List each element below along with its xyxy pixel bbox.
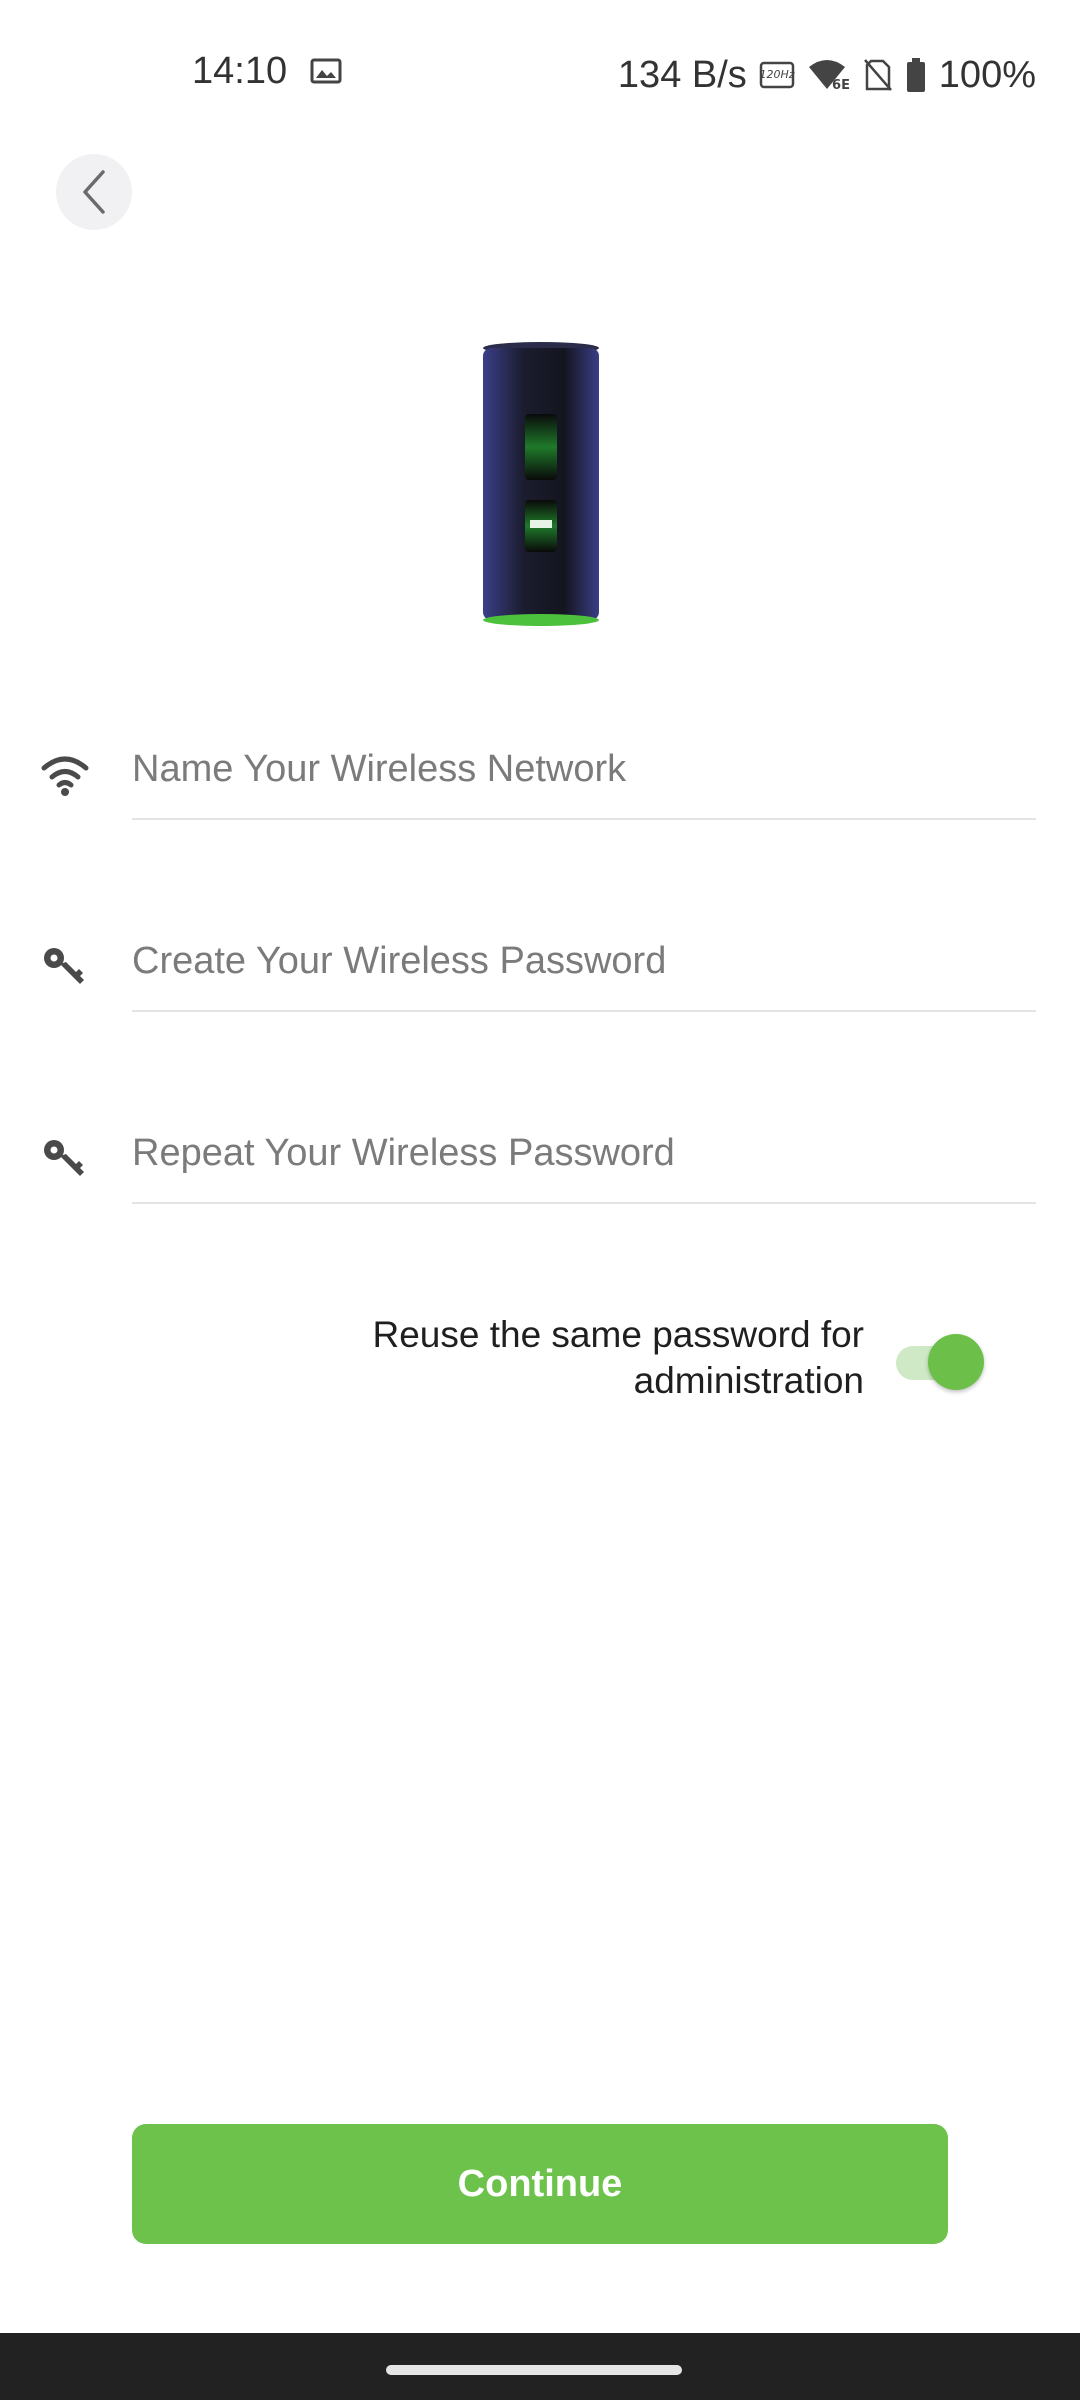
status-right-group: 134 B/s 120Hz 6E 100% — [618, 50, 1036, 100]
back-button[interactable] — [56, 154, 132, 230]
reuse-password-toggle[interactable] — [892, 1330, 986, 1392]
network-speed: 134 B/s — [617, 53, 747, 96]
password-field — [0, 912, 1080, 1022]
password-input[interactable] — [132, 912, 1036, 1012]
gallery-icon — [310, 58, 342, 84]
repeat-password-field — [0, 1104, 1080, 1214]
reuse-password-label-line2: administration — [633, 1360, 864, 1401]
wifi-icon — [41, 756, 89, 796]
status-bar: 14:10 134 B/s 120Hz 6E 100% — [0, 0, 1080, 150]
refresh-rate-icon: 120Hz — [759, 61, 795, 89]
key-icon — [44, 948, 84, 984]
reuse-password-label: Reuse the same password for administrati… — [264, 1312, 864, 1404]
navigation-bar — [0, 2333, 1080, 2400]
key-icon — [44, 1140, 84, 1176]
chevron-left-icon — [83, 170, 105, 214]
status-time: 14:10 — [192, 50, 288, 92]
wifi-badge-text: 6E — [832, 78, 850, 93]
home-gesture-handle[interactable] — [386, 2365, 682, 2375]
battery-percent: 100% — [938, 53, 1036, 96]
no-sim-icon — [863, 59, 892, 91]
router-device-image — [483, 342, 599, 626]
network-name-field — [0, 720, 1080, 830]
wifi-6e-icon: 6E — [808, 60, 850, 93]
reuse-password-label-line1: Reuse the same password for — [372, 1314, 864, 1355]
battery-icon — [906, 58, 925, 92]
repeat-password-input[interactable] — [132, 1104, 1036, 1204]
toggle-knob — [928, 1334, 984, 1390]
continue-button[interactable]: Continue — [132, 2124, 948, 2244]
refresh-rate-text: 120Hz — [759, 68, 794, 81]
continue-button-label: Continue — [457, 2162, 623, 2205]
network-name-input[interactable] — [132, 720, 1036, 820]
